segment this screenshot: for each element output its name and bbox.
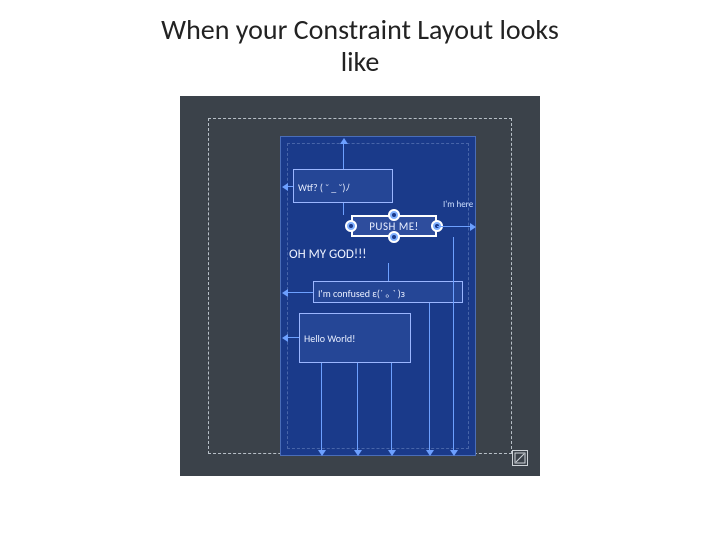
blueprint-canvas[interactable]: Wtf? ( ˘ _ ˘)ﾉ PUSH ME! I'm here OH MY G… [180, 96, 540, 476]
view-hello-world[interactable]: Hello World! [299, 313, 411, 363]
handle-left[interactable] [345, 220, 357, 232]
toggle-no-view-icon[interactable] [512, 450, 528, 466]
constraint-line [287, 292, 313, 293]
constraint-line [343, 143, 344, 169]
slide-title-line2: like [341, 44, 380, 79]
view-confused-label: I'm confused ε(´ ｡ ` )з [318, 285, 405, 300]
margin-guide-left [208, 118, 209, 454]
constraint-line [453, 237, 454, 451]
constraint-line [287, 337, 299, 338]
view-wtf[interactable]: Wtf? ( ˘ _ ˘)ﾉ [293, 169, 393, 203]
presentation-slide: When your Constraint Layout looks like W… [0, 0, 720, 540]
constraint-line [437, 226, 471, 227]
view-confused[interactable]: I'm confused ε(´ ｡ ` )з [313, 281, 463, 303]
view-hello-world-label: Hello World! [304, 332, 355, 345]
label-im-here: I'm here [443, 199, 473, 210]
handle-bottom[interactable] [388, 231, 400, 243]
slide-title: When your Constraint Layout looks like [0, 0, 720, 78]
margin-guide-right [511, 118, 512, 454]
constraint-line [343, 203, 344, 215]
text-oh-my-god[interactable]: OH MY GOD!!! [289, 247, 367, 262]
constraint-line [388, 263, 389, 281]
view-wtf-label: Wtf? ( ˘ _ ˘)ﾉ [298, 179, 350, 194]
constraint-line [391, 363, 392, 451]
constraint-line [357, 363, 358, 451]
constraint-line [287, 186, 293, 187]
constraint-line [429, 303, 430, 451]
handle-top[interactable] [388, 209, 400, 221]
constraint-line [321, 363, 322, 451]
slide-title-line1: When your Constraint Layout looks [161, 12, 559, 47]
margin-guide-top [208, 118, 512, 119]
layout-editor-panel: Wtf? ( ˘ _ ˘)ﾉ PUSH ME! I'm here OH MY G… [180, 96, 540, 476]
device-frame[interactable]: Wtf? ( ˘ _ ˘)ﾉ PUSH ME! I'm here OH MY G… [280, 136, 476, 456]
